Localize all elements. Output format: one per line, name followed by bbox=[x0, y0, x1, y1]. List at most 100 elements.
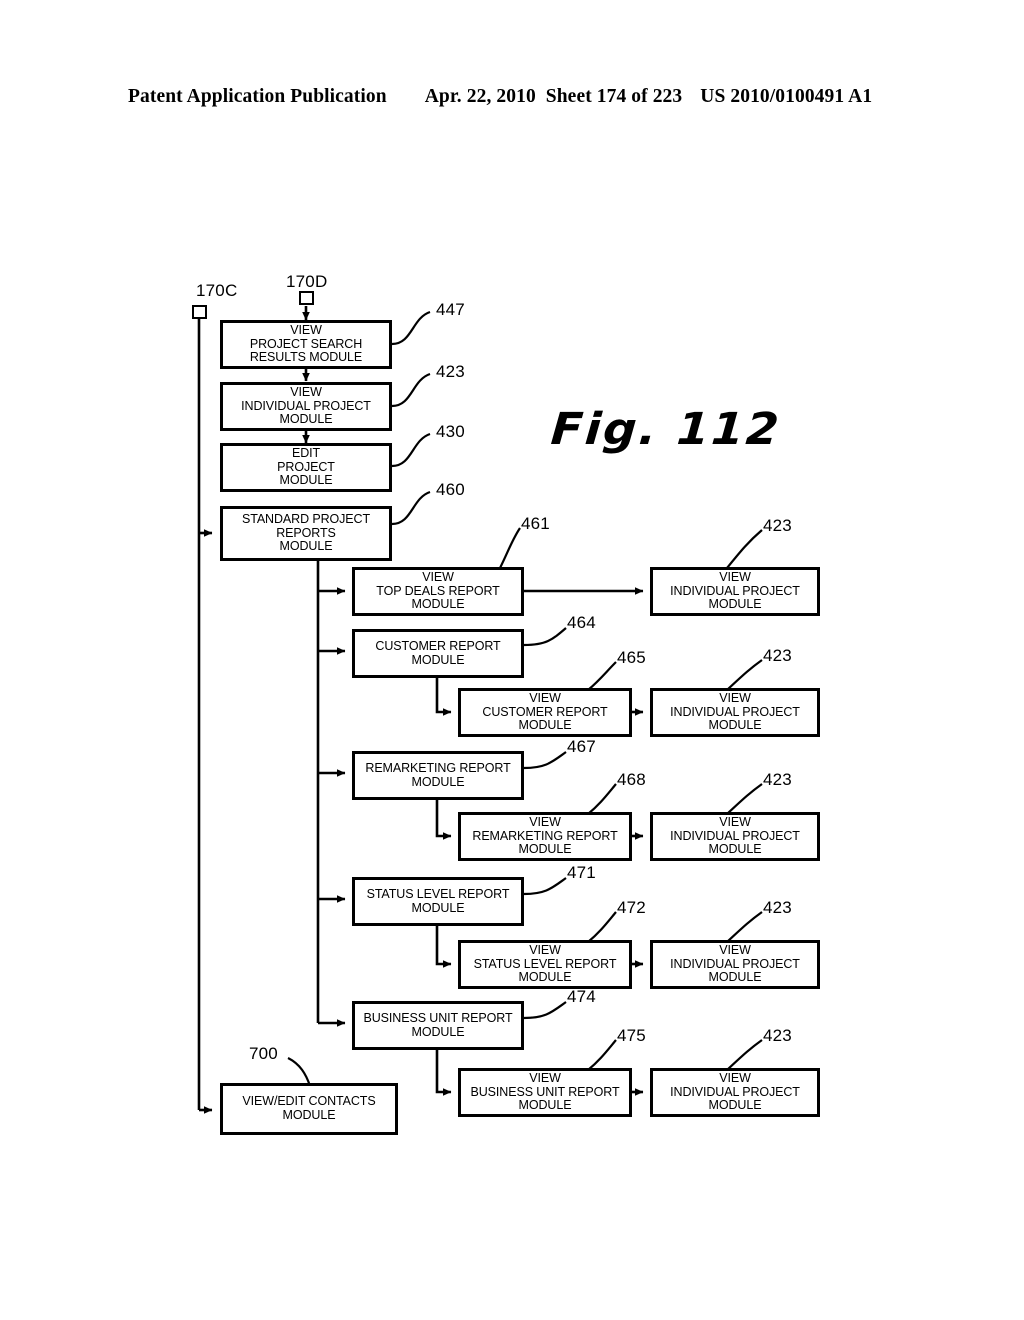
box-view-individual-project-module-3[interactable]: VIEW INDIVIDUAL PROJECT MODULE bbox=[650, 688, 820, 737]
box-line: MODULE bbox=[518, 842, 572, 857]
box-line: BUSINESS UNIT REPORT bbox=[470, 1084, 620, 1099]
ref-430: 430 bbox=[436, 422, 465, 441]
box-line: PROJECT SEARCH bbox=[249, 336, 363, 351]
box-line: VIEW bbox=[290, 323, 322, 338]
box-line: INDIVIDUAL PROJECT bbox=[241, 398, 371, 413]
box-line: REMARKETING REPORT bbox=[472, 828, 618, 843]
box-line: INDIVIDUAL PROJECT bbox=[670, 704, 800, 719]
box-line: VIEW/EDIT CONTACTS bbox=[242, 1094, 376, 1109]
ref-474: 474 bbox=[567, 987, 596, 1006]
box-line: MODULE bbox=[518, 1098, 572, 1113]
connector-label-170c: 170C bbox=[196, 281, 238, 300]
box-customer-report-module[interactable]: CUSTOMER REPORT MODULE bbox=[352, 629, 524, 678]
box-view-individual-project-module-4[interactable]: VIEW INDIVIDUAL PROJECT MODULE bbox=[650, 812, 820, 861]
header-date-text: Apr. 22, 2010 bbox=[424, 86, 536, 107]
connector-label-170d: 170D bbox=[286, 272, 328, 291]
box-view-individual-project-module-6[interactable]: VIEW INDIVIDUAL PROJECT MODULE bbox=[650, 1068, 820, 1117]
publication-header: Patent Application Publication Apr. 22, … bbox=[128, 86, 896, 112]
ref-475: 475 bbox=[617, 1026, 646, 1045]
box-line: MODULE bbox=[411, 1024, 465, 1039]
box-line: MODULE bbox=[411, 900, 465, 915]
box-business-unit-report-module[interactable]: BUSINESS UNIT REPORT MODULE bbox=[352, 1001, 524, 1050]
ref-423-6: 423 bbox=[763, 1026, 792, 1045]
box-line: BUSINESS UNIT REPORT bbox=[363, 1010, 513, 1025]
box-line: VIEW bbox=[719, 570, 751, 585]
box-line: REMARKETING REPORT bbox=[365, 760, 511, 775]
box-line: MODULE bbox=[279, 473, 333, 488]
ref-461: 461 bbox=[521, 514, 550, 533]
box-view-remarketing-report-module[interactable]: VIEW REMARKETING REPORT MODULE bbox=[458, 812, 632, 861]
ref-460: 460 bbox=[436, 480, 465, 499]
box-line: VIEW bbox=[719, 815, 751, 830]
box-line: CUSTOMER REPORT bbox=[375, 638, 501, 653]
ref-464: 464 bbox=[567, 613, 596, 632]
box-remarketing-report-module[interactable]: REMARKETING REPORT MODULE bbox=[352, 751, 524, 800]
ref-423-4: 423 bbox=[763, 770, 792, 789]
box-line: MODULE bbox=[708, 970, 762, 985]
ref-468: 468 bbox=[617, 770, 646, 789]
ref-465: 465 bbox=[617, 648, 646, 667]
box-line: STATUS LEVEL REPORT bbox=[366, 886, 510, 901]
box-line: MODULE bbox=[282, 1108, 336, 1122]
header-sheet-text: Sheet 174 of 223 bbox=[545, 86, 683, 107]
header-publication-number: US 2010/0100491 A1 bbox=[700, 86, 873, 107]
box-line: MODULE bbox=[279, 412, 333, 427]
box-view-top-deals-report-module[interactable]: VIEW TOP DEALS REPORT MODULE bbox=[352, 567, 524, 616]
box-view-individual-project-module-1[interactable]: VIEW INDIVIDUAL PROJECT MODULE bbox=[220, 382, 392, 431]
box-line: VIEW bbox=[529, 815, 561, 830]
ref-423-5: 423 bbox=[763, 898, 792, 917]
box-line: INDIVIDUAL PROJECT bbox=[670, 583, 800, 598]
box-line: RESULTS MODULE bbox=[249, 350, 363, 365]
box-line: PROJECT bbox=[277, 459, 335, 474]
box-line: STATUS LEVEL REPORT bbox=[473, 956, 617, 971]
box-view-status-level-report-module[interactable]: VIEW STATUS LEVEL REPORT MODULE bbox=[458, 940, 632, 989]
box-line: MODULE bbox=[708, 597, 762, 612]
box-view-business-unit-report-module[interactable]: VIEW BUSINESS UNIT REPORT MODULE bbox=[458, 1068, 632, 1117]
box-line: CUSTOMER REPORT bbox=[482, 704, 608, 719]
connector-square-170c bbox=[192, 305, 207, 319]
box-view-individual-project-module-5[interactable]: VIEW INDIVIDUAL PROJECT MODULE bbox=[650, 940, 820, 989]
box-status-level-report-module[interactable]: STATUS LEVEL REPORT MODULE bbox=[352, 877, 524, 926]
box-line: INDIVIDUAL PROJECT bbox=[670, 828, 800, 843]
box-line: TOP DEALS REPORT bbox=[376, 583, 500, 598]
box-line: MODULE bbox=[411, 774, 465, 789]
box-line: VIEW bbox=[719, 1071, 751, 1086]
connector-square-170d bbox=[299, 291, 314, 305]
box-standard-project-reports-module[interactable]: STANDARD PROJECT REPORTS MODULE bbox=[220, 506, 392, 561]
box-line: VIEW bbox=[422, 570, 454, 585]
box-line: MODULE bbox=[708, 718, 762, 733]
box-view-edit-contacts-module[interactable]: VIEW/EDIT CONTACTS MODULE bbox=[220, 1083, 398, 1135]
ref-471: 471 bbox=[567, 863, 596, 882]
box-line: REPORTS bbox=[276, 525, 336, 540]
box-line: INDIVIDUAL PROJECT bbox=[670, 1084, 800, 1099]
figure-label: Fig. 112 bbox=[549, 404, 783, 455]
box-line: VIEW bbox=[529, 691, 561, 706]
box-line: MODULE bbox=[411, 652, 465, 667]
box-line: INDIVIDUAL PROJECT bbox=[670, 956, 800, 971]
box-line: VIEW bbox=[719, 691, 751, 706]
ref-467: 467 bbox=[567, 737, 596, 756]
ref-423-3: 423 bbox=[763, 646, 792, 665]
box-line: VIEW bbox=[290, 385, 322, 400]
box-line: MODULE bbox=[708, 1098, 762, 1113]
ref-700: 700 bbox=[249, 1044, 278, 1063]
box-line: MODULE bbox=[279, 539, 333, 554]
box-line: VIEW bbox=[719, 943, 751, 958]
header-publication-text: Patent Application Publication bbox=[128, 86, 387, 107]
ref-423-1: 423 bbox=[436, 362, 465, 381]
box-line: STANDARD PROJECT bbox=[241, 512, 371, 527]
box-view-customer-report-module[interactable]: VIEW CUSTOMER REPORT MODULE bbox=[458, 688, 632, 737]
box-edit-project-module[interactable]: EDIT PROJECT MODULE bbox=[220, 443, 392, 492]
box-line: VIEW bbox=[529, 943, 561, 958]
box-view-project-search-results-module[interactable]: VIEW PROJECT SEARCH RESULTS MODULE bbox=[220, 320, 392, 369]
box-line: MODULE bbox=[518, 970, 572, 985]
box-view-individual-project-module-2[interactable]: VIEW INDIVIDUAL PROJECT MODULE bbox=[650, 567, 820, 616]
box-line: MODULE bbox=[518, 718, 572, 733]
box-line: VIEW bbox=[529, 1071, 561, 1086]
ref-423-2: 423 bbox=[763, 516, 792, 535]
box-line: MODULE bbox=[411, 597, 465, 612]
ref-472: 472 bbox=[617, 898, 646, 917]
ref-447: 447 bbox=[436, 300, 465, 319]
box-line: EDIT bbox=[291, 446, 321, 461]
box-line: MODULE bbox=[708, 842, 762, 857]
